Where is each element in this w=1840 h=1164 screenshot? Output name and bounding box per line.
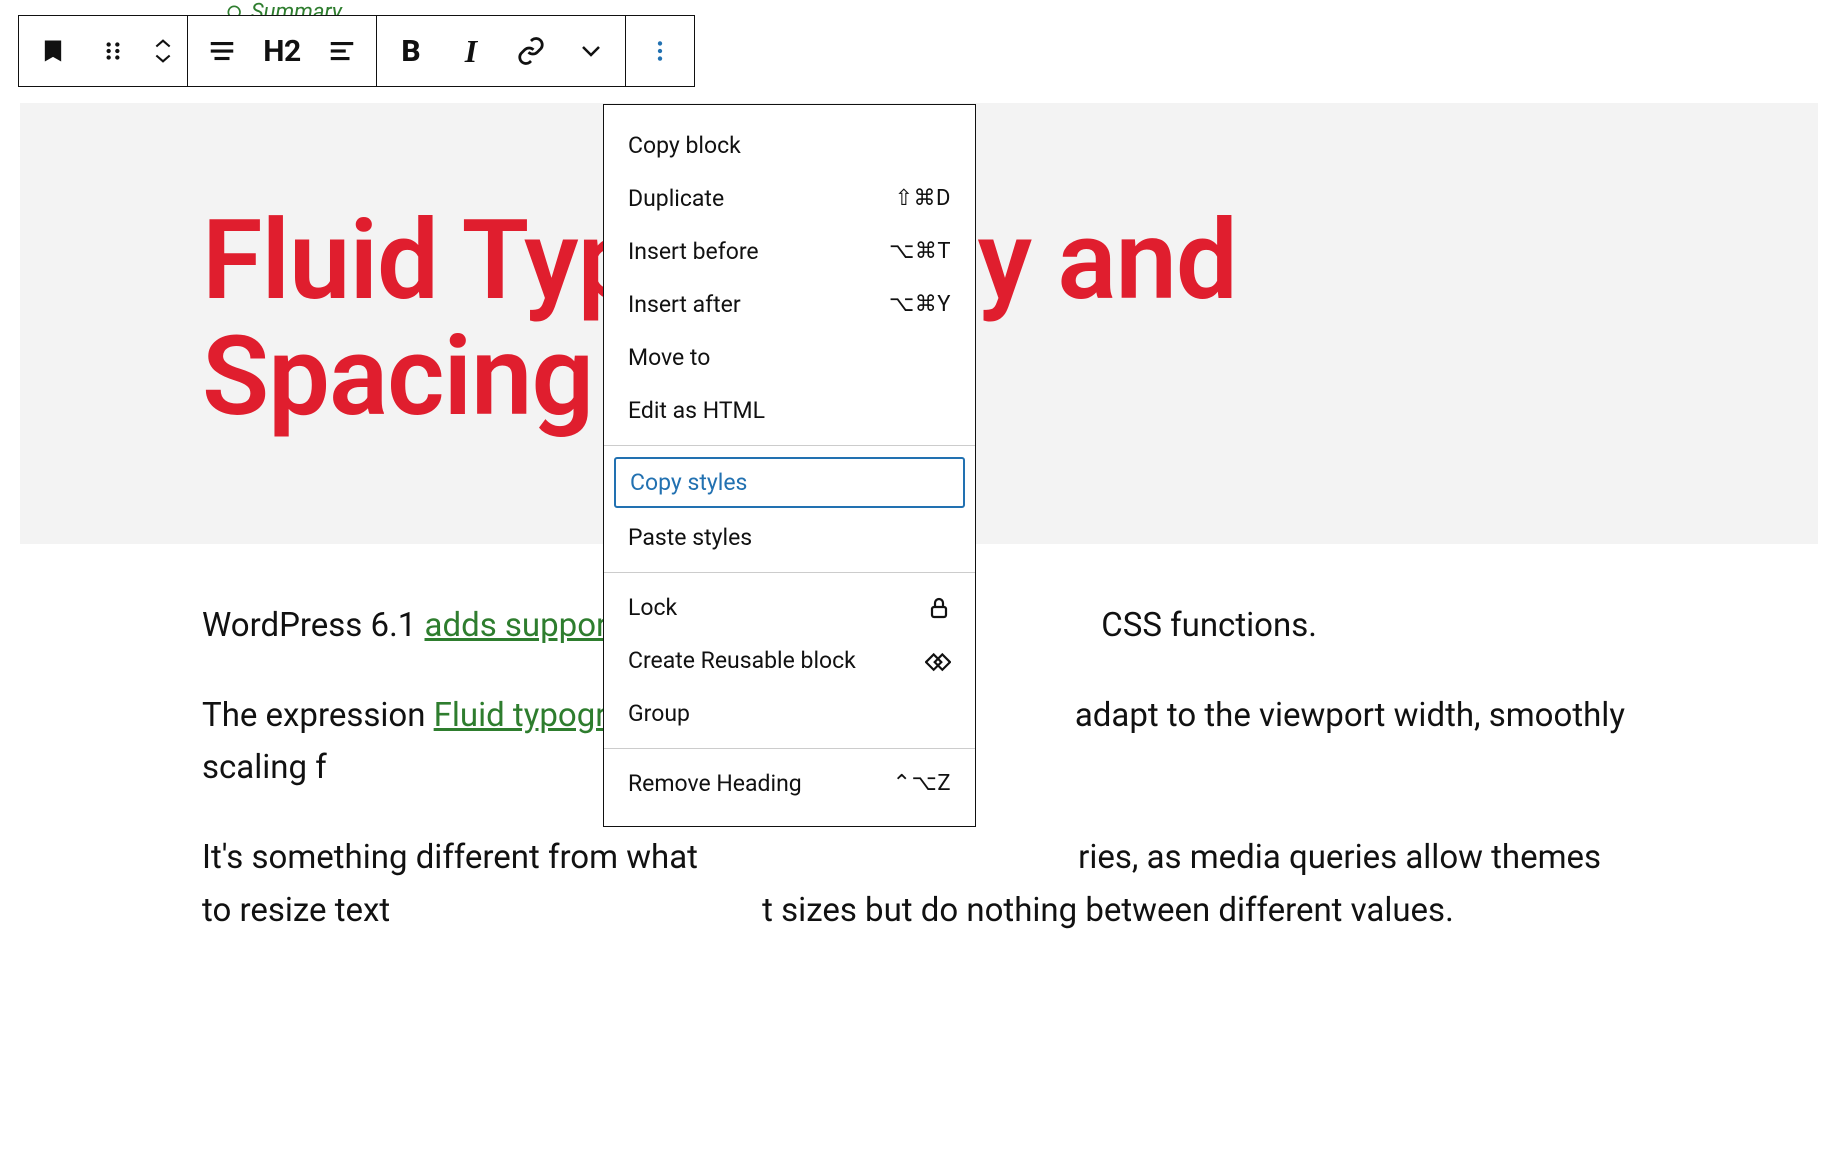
align-button[interactable]	[192, 21, 252, 81]
menu-lock[interactable]: Lock	[604, 581, 975, 634]
more-rich-text-button[interactable]	[561, 21, 621, 81]
block-options-menu: Copy block Duplicate⇧⌘D Insert before⌥⌘T…	[603, 104, 976, 827]
paragraph-3[interactable]: It's something different from what ries,…	[202, 832, 1636, 936]
menu-copy-styles[interactable]: Copy styles	[614, 457, 965, 508]
menu-move-to[interactable]: Move to	[604, 331, 975, 384]
menu-duplicate[interactable]: Duplicate⇧⌘D	[604, 172, 975, 225]
menu-copy-block[interactable]: Copy block	[604, 119, 975, 172]
block-toolbar: H2 B I	[18, 15, 695, 87]
italic-button[interactable]: I	[441, 21, 501, 81]
text-align-button[interactable]	[312, 21, 372, 81]
block-type-button[interactable]	[23, 21, 83, 81]
move-arrows[interactable]	[143, 21, 183, 81]
heading-level-label: H2	[263, 34, 300, 69]
lock-icon	[927, 596, 951, 620]
drag-handle[interactable]	[83, 21, 143, 81]
heading-level-button[interactable]: H2	[252, 21, 312, 81]
bold-button[interactable]: B	[381, 21, 441, 81]
options-button[interactable]	[630, 21, 690, 81]
link-button[interactable]	[501, 21, 561, 81]
link-adds-support[interactable]: adds support	[425, 606, 619, 645]
menu-create-reusable[interactable]: Create Reusable block	[604, 634, 975, 687]
menu-remove[interactable]: Remove Heading⌃⌥Z	[604, 757, 975, 810]
menu-insert-after[interactable]: Insert after⌥⌘Y	[604, 278, 975, 331]
menu-insert-before[interactable]: Insert before⌥⌘T	[604, 225, 975, 278]
menu-edit-as-html[interactable]: Edit as HTML	[604, 384, 975, 437]
menu-paste-styles[interactable]: Paste styles	[604, 511, 975, 564]
reusable-icon	[925, 648, 951, 674]
menu-group[interactable]: Group	[604, 687, 975, 740]
